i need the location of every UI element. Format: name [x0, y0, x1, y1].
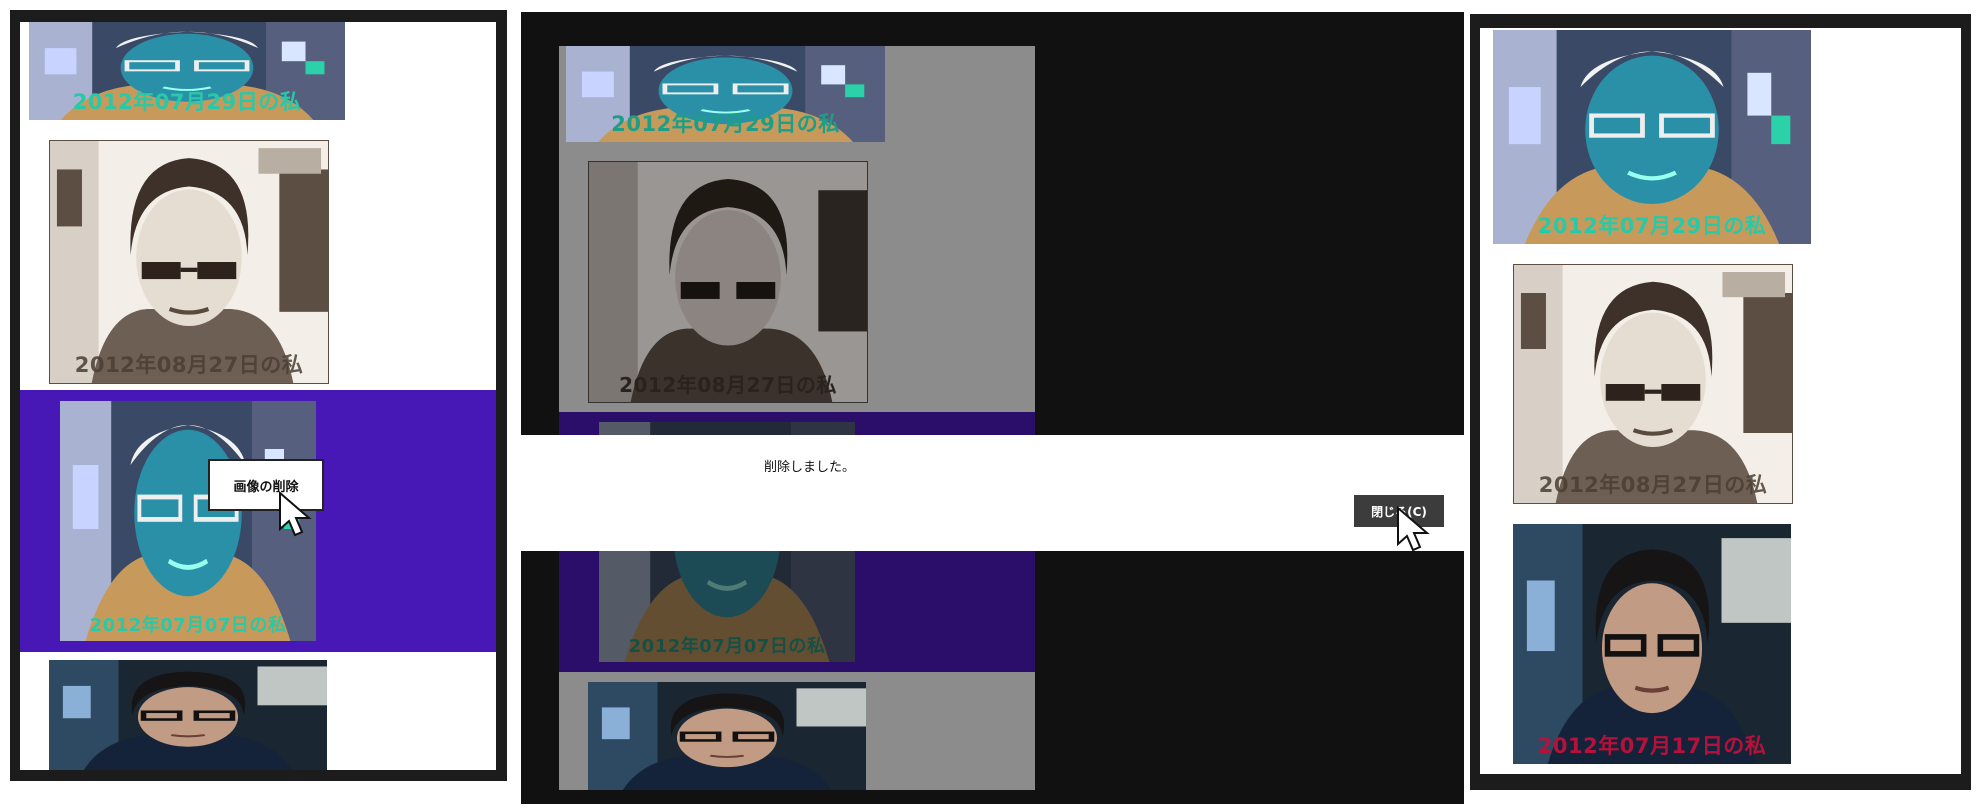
- photo-image: [1514, 265, 1792, 503]
- photo-image: [588, 682, 866, 790]
- photo-image: [49, 660, 327, 770]
- left-panel-content: 2012年07月29日の私 2012年08月27日の私 2012年07月07日の…: [20, 22, 496, 770]
- photo-caption: 2012年07月29日の私: [1537, 214, 1767, 238]
- photo-image: [50, 141, 328, 383]
- photo-caption: 2012年08月27日の私: [74, 353, 304, 377]
- mouse-cursor-icon: [1397, 506, 1430, 552]
- dialog-message: 削除しました。: [764, 460, 856, 475]
- photo-thumbnail[interactable]: 2012年08月27日の私: [1513, 264, 1793, 504]
- photo-thumbnail[interactable]: 2012年07月29日の私: [1493, 30, 1811, 244]
- photo-caption: 2012年07月29日の私: [72, 90, 302, 114]
- photo-thumbnail: 2012年08月27日の私: [588, 161, 868, 403]
- photo-caption: 2012年08月27日の私: [1538, 473, 1768, 497]
- message-dialog: 削除しました。 閉じる(C): [521, 435, 1464, 551]
- photo-image: [1513, 524, 1791, 764]
- photo-thumbnail: [588, 682, 866, 790]
- photo-thumbnail[interactable]: [49, 660, 327, 770]
- photo-thumbnail: 2012年07月29日の私: [566, 46, 885, 142]
- right-panel-content: 2012年07月29日の私 2012年08月27日の私 2012年07月17日の…: [1480, 28, 1961, 774]
- photo-caption: 2012年07月07日の私: [89, 615, 287, 636]
- photo-caption: 2012年07月17日の私: [1537, 734, 1767, 758]
- photo-thumbnail[interactable]: 2012年07月29日の私: [29, 22, 345, 120]
- photo-image: [589, 162, 867, 402]
- photo-thumbnail[interactable]: 2012年07月17日の私: [1513, 524, 1791, 764]
- mouse-cursor-icon: [279, 491, 312, 537]
- photo-thumbnail[interactable]: 2012年08月27日の私: [49, 140, 329, 384]
- photo-caption: 2012年07月29日の私: [611, 112, 840, 136]
- photo-caption: 2012年08月27日の私: [619, 373, 837, 397]
